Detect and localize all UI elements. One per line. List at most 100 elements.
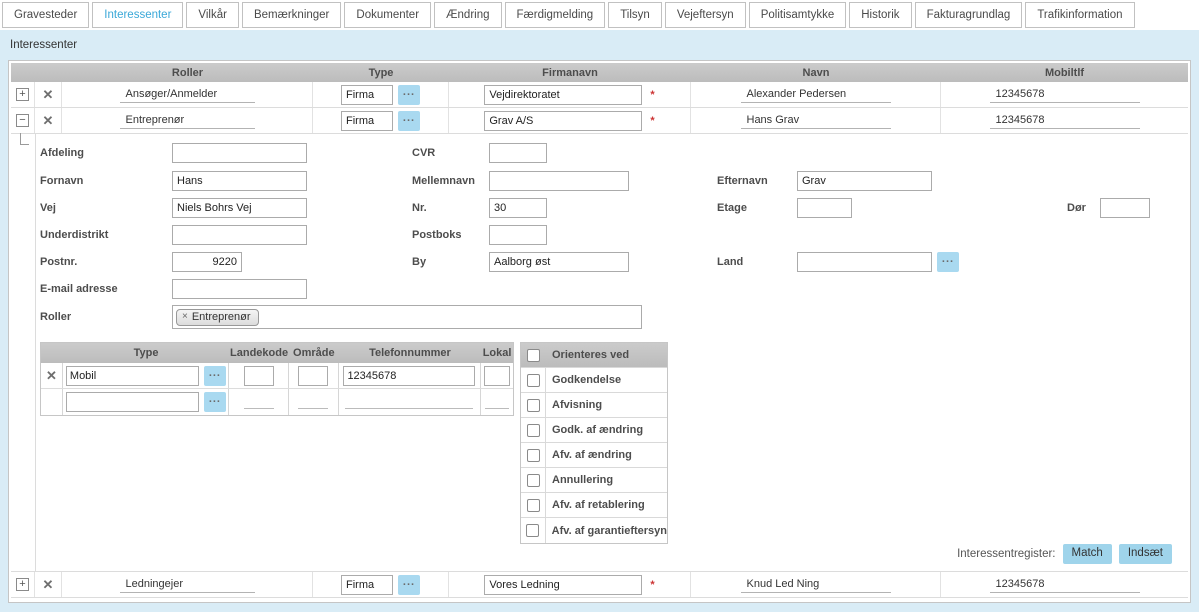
indsaet-button[interactable]: Indsæt xyxy=(1119,544,1172,564)
type-lookup-button[interactable]: ... xyxy=(398,85,420,105)
doer-label: Dør xyxy=(1067,202,1100,214)
lokal-input[interactable] xyxy=(484,366,510,386)
fornavn-input[interactable]: Hans xyxy=(172,171,307,191)
tab-faerdigmelding[interactable]: Færdigmelding xyxy=(505,2,606,28)
afv-af-aendring-checkbox[interactable] xyxy=(527,449,540,462)
phone-type-input[interactable] xyxy=(66,392,199,412)
underdistrikt-input[interactable] xyxy=(172,225,307,245)
nr-label: Nr. xyxy=(412,202,489,214)
tab-politisamtykke[interactable]: Politisamtykke xyxy=(749,2,847,28)
type-field[interactable]: Firma xyxy=(341,85,393,105)
collapse-minus-icon[interactable]: − xyxy=(16,114,29,127)
notify-row: Godk. af ændring xyxy=(521,418,667,443)
efternavn-label: Efternavn xyxy=(717,175,797,187)
land-label: Land xyxy=(717,256,797,268)
firmanavn-field[interactable]: Vores Ledning xyxy=(484,575,642,595)
mellemnavn-label: Mellemnavn xyxy=(412,175,489,187)
afv-af-retablering-checkbox[interactable] xyxy=(527,499,540,512)
doer-input[interactable] xyxy=(1100,198,1150,218)
type-field[interactable]: Firma xyxy=(341,575,393,595)
expand-plus-icon[interactable]: + xyxy=(16,88,29,101)
notify-table: Orienteres ved Godkendelse Afvisning God… xyxy=(520,342,668,544)
afvisning-checkbox[interactable] xyxy=(527,399,540,412)
afv-af-garantieftersyn-checkbox[interactable] xyxy=(526,524,539,537)
mobiltlf-field[interactable]: 12345678 xyxy=(990,576,1140,593)
mobiltlf-field[interactable]: 12345678 xyxy=(990,112,1140,129)
afdeling-input[interactable] xyxy=(172,143,307,163)
roller-field[interactable]: Ansøger/Anmelder xyxy=(120,86,255,103)
remove-tag-icon[interactable]: × xyxy=(182,312,188,322)
roller-tag-input[interactable]: × Entreprenør xyxy=(172,305,642,329)
tab-vilkaar[interactable]: Vilkår xyxy=(186,2,239,28)
etage-input[interactable] xyxy=(797,198,852,218)
land-input[interactable] xyxy=(797,252,932,272)
notify-header-label: Orienteres ved xyxy=(546,349,629,361)
tab-trafikinformation[interactable]: Trafikinformation xyxy=(1025,2,1134,28)
delete-row-icon[interactable]: ✕ xyxy=(43,578,54,591)
phone-header-type: Type xyxy=(63,343,229,363)
telefonnummer-input[interactable] xyxy=(345,395,473,409)
roller-label: Roller xyxy=(40,311,172,323)
godkendelse-checkbox[interactable] xyxy=(527,374,540,387)
telefonnummer-input[interactable]: 12345678 xyxy=(343,366,475,386)
tab-aendring[interactable]: Ændring xyxy=(434,2,501,28)
postnr-label: Postnr. xyxy=(40,256,172,268)
phone-type-lookup-button[interactable]: ... xyxy=(204,392,226,412)
interessenter-panel: Roller Type Firmanavn Navn Mobiltlf + ✕ … xyxy=(8,60,1191,603)
phone-type-lookup-button[interactable]: ... xyxy=(204,366,226,386)
tab-bemaerkninger[interactable]: Bemærkninger xyxy=(242,2,341,28)
tab-fakturagrundlag[interactable]: Fakturagrundlag xyxy=(915,2,1023,28)
phone-header-landekode: Landekode xyxy=(229,343,289,363)
omraade-input[interactable] xyxy=(298,366,328,386)
notify-row: Godkendelse xyxy=(521,368,667,393)
phone-header-omraade: Område xyxy=(289,343,339,363)
landekode-input[interactable] xyxy=(244,366,274,386)
header-mobiltlf: Mobiltlf xyxy=(941,67,1188,79)
postboks-label: Postboks xyxy=(412,229,489,241)
tab-tilsyn[interactable]: Tilsyn xyxy=(608,2,662,28)
landekode-input[interactable] xyxy=(244,395,274,409)
roller-field[interactable]: Ledningejer xyxy=(120,576,255,593)
navn-field[interactable]: Knud Led Ning xyxy=(741,576,891,593)
type-lookup-button[interactable]: ... xyxy=(398,111,420,131)
tab-historik[interactable]: Historik xyxy=(849,2,911,28)
tab-interessenter[interactable]: Interessenter xyxy=(92,2,183,28)
tab-gravesteder[interactable]: Gravesteder xyxy=(2,2,89,28)
cvr-input[interactable] xyxy=(489,143,547,163)
detail-panel: Afdeling CVR Fornavn Hans Mellemnavn Eft… xyxy=(35,134,1188,571)
efternavn-input[interactable]: Grav xyxy=(797,171,932,191)
delete-phone-icon[interactable]: ✕ xyxy=(46,369,57,382)
notify-option-label: Annullering xyxy=(546,474,613,486)
type-lookup-button[interactable]: ... xyxy=(398,575,420,595)
navn-field[interactable]: Alexander Pedersen xyxy=(741,86,891,103)
phone-row: ✕ Mobil ... 12345678 xyxy=(41,363,513,389)
notify-row: Annullering xyxy=(521,468,667,493)
phone-type-input[interactable]: Mobil xyxy=(66,366,199,386)
roller-field[interactable]: Entreprenør xyxy=(120,112,255,129)
lokal-input[interactable] xyxy=(485,395,509,409)
navn-field[interactable]: Hans Grav xyxy=(741,112,891,129)
mellemnavn-input[interactable] xyxy=(489,171,629,191)
firmanavn-field[interactable]: Vejdirektoratet xyxy=(484,85,642,105)
type-field[interactable]: Firma xyxy=(341,111,393,131)
firmanavn-field[interactable]: Grav A/S xyxy=(484,111,642,131)
land-lookup-button[interactable]: ... xyxy=(937,252,959,272)
by-input[interactable]: Aalborg øst xyxy=(489,252,629,272)
omraade-input[interactable] xyxy=(298,395,328,409)
nr-input[interactable]: 30 xyxy=(489,198,547,218)
mobiltlf-field[interactable]: 12345678 xyxy=(990,86,1140,103)
tab-dokumenter[interactable]: Dokumenter xyxy=(344,2,431,28)
godk-af-aendring-checkbox[interactable] xyxy=(527,424,540,437)
postboks-input[interactable] xyxy=(489,225,547,245)
match-button[interactable]: Match xyxy=(1063,544,1112,564)
notify-option-label: Afv. af ændring xyxy=(546,449,632,461)
delete-row-icon[interactable]: ✕ xyxy=(43,88,54,101)
select-all-checkbox[interactable] xyxy=(527,349,540,362)
tab-vejeftersyn[interactable]: Vejeftersyn xyxy=(665,2,746,28)
delete-row-icon[interactable]: ✕ xyxy=(43,114,54,127)
vej-input[interactable]: Niels Bohrs Vej xyxy=(172,198,307,218)
email-input[interactable] xyxy=(172,279,307,299)
postnr-input[interactable]: 9220 xyxy=(172,252,242,272)
annullering-checkbox[interactable] xyxy=(527,474,540,487)
expand-plus-icon[interactable]: + xyxy=(16,578,29,591)
